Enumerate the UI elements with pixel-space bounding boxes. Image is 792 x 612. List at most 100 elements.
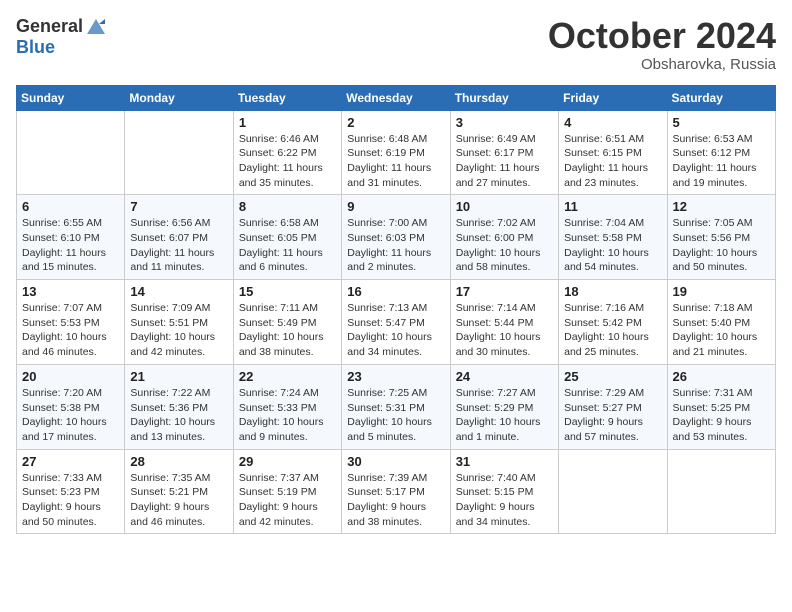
calendar-week-row: 27 Sunrise: 7:33 AMSunset: 5:23 PMDayligh… <box>17 449 776 534</box>
day-info: Sunrise: 7:14 AMSunset: 5:44 PMDaylight:… <box>456 301 553 360</box>
day-of-week-header: Monday <box>125 85 233 110</box>
title-block: October 2024 Obsharovka, Russia <box>548 16 776 73</box>
day-number: 5 <box>673 115 770 130</box>
day-number: 27 <box>22 454 119 469</box>
calendar-cell: 23Sunrise: 7:25 AMSunset: 5:31 PMDayligh… <box>342 364 450 449</box>
day-number: 2 <box>347 115 444 130</box>
day-info: Sunrise: 7:40 AMSunset: 5:15 PMDaylight:… <box>456 471 553 530</box>
calendar-cell: 18 Sunrise: 7:16 AMSunset: 5:42 PMDayligh… <box>559 280 667 365</box>
day-of-week-header: Tuesday <box>233 85 341 110</box>
calendar-cell: 15 Sunrise: 7:11 AMSunset: 5:49 PMDayligh… <box>233 280 341 365</box>
logo-general-text: General <box>16 17 83 37</box>
calendar-cell <box>125 110 233 195</box>
calendar-cell <box>667 449 775 534</box>
day-info: Sunrise: 7:05 AMSunset: 5:56 PMDaylight:… <box>673 216 770 275</box>
calendar-cell: 7Sunrise: 6:56 AMSunset: 6:07 PMDaylight… <box>125 195 233 280</box>
calendar-cell: 21 Sunrise: 7:22 AMSunset: 5:36 PMDayligh… <box>125 364 233 449</box>
calendar-cell: 2 Sunrise: 6:48 AMSunset: 6:19 PMDaylight… <box>342 110 450 195</box>
day-number: 29 <box>239 454 336 469</box>
day-info: Sunrise: 7:04 AMSunset: 5:58 PMDaylight:… <box>564 216 661 275</box>
day-number: 19 <box>673 284 770 299</box>
logo-icon <box>85 16 107 38</box>
day-number: 28 <box>130 454 227 469</box>
calendar-week-row: 6 Sunrise: 6:55 AMSunset: 6:10 PMDaylight… <box>17 195 776 280</box>
calendar-week-row: 13 Sunrise: 7:07 AMSunset: 5:53 PMDayligh… <box>17 280 776 365</box>
logo: General Blue <box>16 16 107 58</box>
calendar-cell: 4 Sunrise: 6:51 AMSunset: 6:15 PMDaylight… <box>559 110 667 195</box>
calendar-cell: 27 Sunrise: 7:33 AMSunset: 5:23 PMDayligh… <box>17 449 125 534</box>
day-info: Sunrise: 7:33 AMSunset: 5:23 PMDaylight:… <box>22 471 119 530</box>
day-info: Sunrise: 6:48 AMSunset: 6:19 PMDaylight:… <box>347 132 444 191</box>
day-of-week-header: Saturday <box>667 85 775 110</box>
day-number: 16 <box>347 284 444 299</box>
day-info: Sunrise: 6:46 AMSunset: 6:22 PMDaylight:… <box>239 132 336 191</box>
calendar-cell: 13 Sunrise: 7:07 AMSunset: 5:53 PMDayligh… <box>17 280 125 365</box>
calendar-cell: 14 Sunrise: 7:09 AMSunset: 5:51 PMDayligh… <box>125 280 233 365</box>
day-info: Sunrise: 6:56 AMSunset: 6:07 PMDaylight:… <box>130 216 227 275</box>
day-info: Sunrise: 7:13 AMSunset: 5:47 PMDaylight:… <box>347 301 444 360</box>
day-info: Sunrise: 7:00 AMSunset: 6:03 PMDaylight:… <box>347 216 444 275</box>
day-number: 17 <box>456 284 553 299</box>
day-info: Sunrise: 7:39 AMSunset: 5:17 PMDaylight:… <box>347 471 444 530</box>
calendar-cell: 16 Sunrise: 7:13 AMSunset: 5:47 PMDayligh… <box>342 280 450 365</box>
day-number: 18 <box>564 284 661 299</box>
day-number: 21 <box>130 369 227 384</box>
day-number: 13 <box>22 284 119 299</box>
day-info: Sunrise: 7:22 AMSunset: 5:36 PMDaylight:… <box>130 386 227 445</box>
day-number: 23 <box>347 369 444 384</box>
day-info: Sunrise: 6:55 AMSunset: 6:10 PMDaylight:… <box>22 216 119 275</box>
day-number: 4 <box>564 115 661 130</box>
calendar-week-row: 20Sunrise: 7:20 AMSunset: 5:38 PMDayligh… <box>17 364 776 449</box>
day-number: 30 <box>347 454 444 469</box>
calendar-cell: 8 Sunrise: 6:58 AMSunset: 6:05 PMDaylight… <box>233 195 341 280</box>
calendar-cell <box>17 110 125 195</box>
location-subtitle: Obsharovka, Russia <box>548 56 776 73</box>
calendar-cell: 10Sunrise: 7:02 AMSunset: 6:00 PMDayligh… <box>450 195 558 280</box>
calendar-cell: 12 Sunrise: 7:05 AMSunset: 5:56 PMDayligh… <box>667 195 775 280</box>
day-number: 31 <box>456 454 553 469</box>
day-info: Sunrise: 7:29 AMSunset: 5:27 PMDaylight:… <box>564 386 661 445</box>
day-number: 22 <box>239 369 336 384</box>
day-info: Sunrise: 6:53 AMSunset: 6:12 PMDaylight:… <box>673 132 770 191</box>
day-info: Sunrise: 6:49 AMSunset: 6:17 PMDaylight:… <box>456 132 553 191</box>
page-header: General Blue October 2024 Obsharovka, Ru… <box>16 16 776 73</box>
day-info: Sunrise: 7:31 AMSunset: 5:25 PMDaylight:… <box>673 386 770 445</box>
day-number: 1 <box>239 115 336 130</box>
day-info: Sunrise: 6:51 AMSunset: 6:15 PMDaylight:… <box>564 132 661 191</box>
calendar-cell: 28 Sunrise: 7:35 AMSunset: 5:21 PMDayligh… <box>125 449 233 534</box>
day-of-week-header: Friday <box>559 85 667 110</box>
calendar-cell: 30 Sunrise: 7:39 AMSunset: 5:17 PMDayligh… <box>342 449 450 534</box>
calendar-table: SundayMondayTuesdayWednesdayThursdayFrid… <box>16 85 776 535</box>
day-number: 25 <box>564 369 661 384</box>
calendar-cell: 5 Sunrise: 6:53 AMSunset: 6:12 PMDaylight… <box>667 110 775 195</box>
day-info: Sunrise: 7:11 AMSunset: 5:49 PMDaylight:… <box>239 301 336 360</box>
calendar-cell: 20Sunrise: 7:20 AMSunset: 5:38 PMDayligh… <box>17 364 125 449</box>
day-info: Sunrise: 7:24 AMSunset: 5:33 PMDaylight:… <box>239 386 336 445</box>
day-number: 11 <box>564 199 661 214</box>
day-info: Sunrise: 6:58 AMSunset: 6:05 PMDaylight:… <box>239 216 336 275</box>
day-info: Sunrise: 7:16 AMSunset: 5:42 PMDaylight:… <box>564 301 661 360</box>
day-of-week-header: Sunday <box>17 85 125 110</box>
day-number: 6 <box>22 199 119 214</box>
month-title: October 2024 <box>548 16 776 56</box>
day-info: Sunrise: 7:07 AMSunset: 5:53 PMDaylight:… <box>22 301 119 360</box>
day-number: 9 <box>347 199 444 214</box>
day-number: 8 <box>239 199 336 214</box>
day-number: 3 <box>456 115 553 130</box>
day-info: Sunrise: 7:09 AMSunset: 5:51 PMDaylight:… <box>130 301 227 360</box>
calendar-cell: 9 Sunrise: 7:00 AMSunset: 6:03 PMDaylight… <box>342 195 450 280</box>
day-number: 14 <box>130 284 227 299</box>
day-of-week-header: Thursday <box>450 85 558 110</box>
calendar-cell: 6 Sunrise: 6:55 AMSunset: 6:10 PMDaylight… <box>17 195 125 280</box>
day-number: 12 <box>673 199 770 214</box>
day-number: 24 <box>456 369 553 384</box>
day-info: Sunrise: 7:20 AMSunset: 5:38 PMDaylight:… <box>22 386 119 445</box>
calendar-cell: 29Sunrise: 7:37 AMSunset: 5:19 PMDayligh… <box>233 449 341 534</box>
calendar-cell <box>559 449 667 534</box>
day-number: 15 <box>239 284 336 299</box>
calendar-cell: 24 Sunrise: 7:27 AMSunset: 5:29 PMDayligh… <box>450 364 558 449</box>
calendar-cell: 31 Sunrise: 7:40 AMSunset: 5:15 PMDayligh… <box>450 449 558 534</box>
day-info: Sunrise: 7:35 AMSunset: 5:21 PMDaylight:… <box>130 471 227 530</box>
day-info: Sunrise: 7:18 AMSunset: 5:40 PMDaylight:… <box>673 301 770 360</box>
day-info: Sunrise: 7:27 AMSunset: 5:29 PMDaylight:… <box>456 386 553 445</box>
